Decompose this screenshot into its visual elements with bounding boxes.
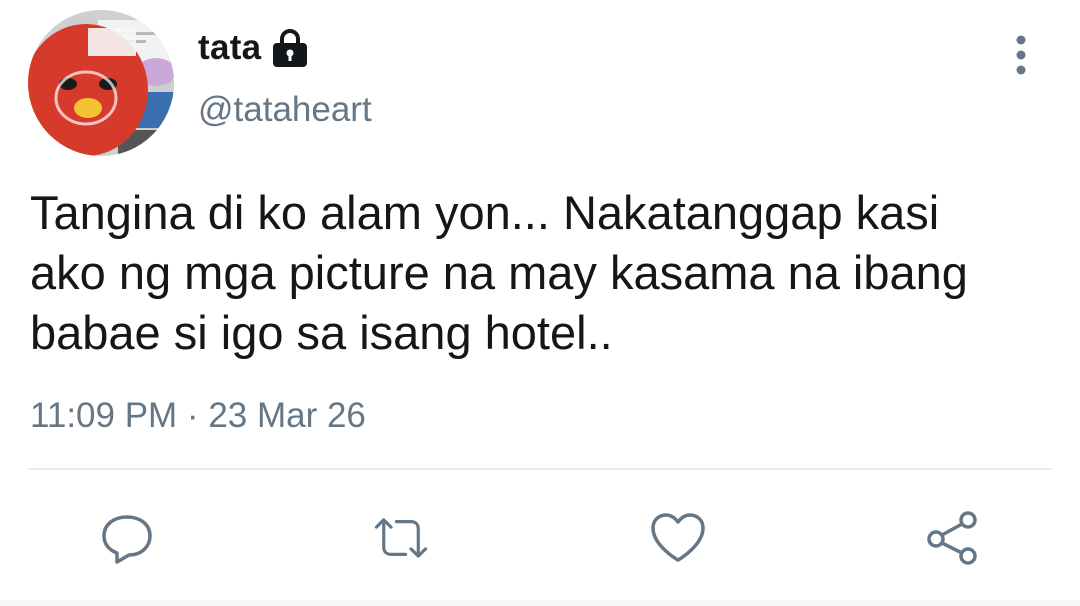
- reply-icon: [102, 515, 152, 564]
- heart-icon: [651, 513, 705, 562]
- share-button[interactable]: [922, 508, 982, 568]
- tweet-timestamp[interactable]: 11:09 PM · 23 Mar 26: [30, 396, 366, 436]
- share-icon: [927, 511, 977, 565]
- more-options-icon[interactable]: [1006, 32, 1036, 78]
- lock-icon: [271, 28, 309, 68]
- tweet-card: tata @tataheart Tangina di ko alam yon..…: [0, 0, 1080, 606]
- divider: [28, 468, 1052, 470]
- like-button[interactable]: [648, 508, 708, 568]
- avatar-image: [28, 10, 174, 156]
- avatar[interactable]: [28, 10, 174, 156]
- retweet-button[interactable]: [371, 508, 431, 568]
- display-name[interactable]: tata: [198, 28, 261, 68]
- display-name-row: tata: [198, 26, 309, 70]
- tweet-text: Tangina di ko alam yon... Nakatanggap ka…: [30, 186, 968, 359]
- retweet-icon: [374, 518, 428, 558]
- bottom-border: [0, 600, 1080, 606]
- user-handle[interactable]: @tataheart: [198, 90, 372, 130]
- reply-button[interactable]: [97, 508, 157, 568]
